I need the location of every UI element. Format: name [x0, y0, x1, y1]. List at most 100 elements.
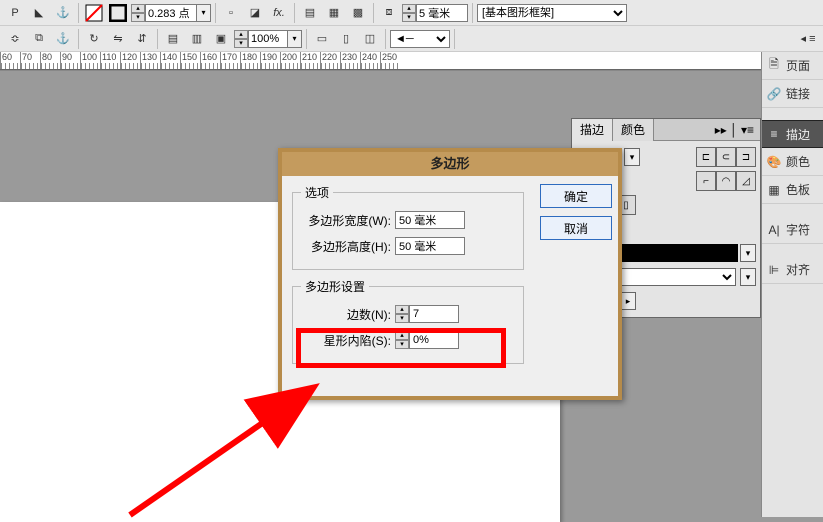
stroke-weight-input[interactable] — [145, 4, 197, 22]
join-round-button[interactable]: ◠ — [716, 171, 736, 191]
corner-icon[interactable]: ◣ — [28, 2, 50, 24]
polygon-width-input[interactable] — [395, 211, 465, 229]
fill-swatch-icon[interactable] — [83, 2, 105, 24]
panel-tab-swatches[interactable]: ▦色板 — [762, 176, 823, 204]
up-arrow-icon[interactable]: ▴ — [234, 30, 248, 39]
down-arrow-icon[interactable]: ▾ — [402, 13, 416, 22]
glyph-p-icon[interactable]: P — [4, 2, 26, 24]
stroke-weight-field[interactable]: ▴▾ ▾ — [131, 4, 211, 22]
separator — [306, 29, 307, 49]
polygon-height-input[interactable] — [395, 237, 465, 255]
join-miter-button[interactable]: ⌐ — [696, 171, 716, 191]
wrap-shape-icon[interactable]: ▩ — [347, 2, 369, 24]
arrow-select[interactable]: ◄─ — [390, 30, 450, 48]
sides-spinner[interactable]: ▴▾ — [395, 305, 459, 323]
stroke-icon: ≡ — [766, 126, 782, 142]
link-icon: 🔗 — [766, 86, 782, 102]
anchor2-icon[interactable]: ⚓ — [52, 28, 74, 50]
flip-h-icon[interactable]: ⇋ — [107, 28, 129, 50]
up-arrow-icon[interactable]: ▴ — [395, 331, 409, 340]
pin-icon[interactable]: ≎ — [4, 28, 26, 50]
inset-input[interactable] — [409, 331, 459, 349]
fit-icon[interactable]: ▣ — [210, 28, 232, 50]
up-arrow-icon[interactable]: ▴ — [395, 305, 409, 314]
size-input[interactable] — [416, 4, 468, 22]
panel-tab-character[interactable]: A|字符 — [762, 216, 823, 244]
options-group: 选项 多边形宽度(W): 多边形高度(H): — [292, 184, 524, 270]
size-field[interactable]: ▴▾ — [402, 4, 468, 22]
shadow-icon[interactable]: ◪ — [244, 2, 266, 24]
cap-round-button[interactable]: ⊂ — [716, 147, 736, 167]
down-arrow-icon[interactable]: ▾ — [234, 39, 248, 48]
separator — [373, 3, 374, 23]
zoom-input[interactable] — [248, 30, 288, 48]
zoom-field[interactable]: ▴▾ ▾ — [234, 30, 302, 48]
collapse-icon[interactable]: ◂ ≡ — [797, 28, 819, 50]
align-icon[interactable]: ▤ — [162, 28, 184, 50]
cap-proj-button[interactable]: ⊐ — [736, 147, 756, 167]
character-icon: A| — [766, 222, 782, 238]
distribute-icon[interactable]: ▥ — [186, 28, 208, 50]
separator — [215, 3, 216, 23]
up-arrow-icon[interactable]: ▴ — [131, 4, 145, 13]
swatch-icon: ▦ — [766, 182, 782, 198]
down-arrow-icon[interactable]: ▾ — [395, 340, 409, 349]
frame-icon[interactable]: ⧈ — [378, 2, 400, 24]
panel-tab-stroke[interactable]: ≡描边 — [762, 120, 823, 148]
down-arrow-icon[interactable]: ▾ — [131, 13, 145, 22]
stroke-swatch-icon[interactable] — [107, 2, 129, 24]
chain-icon[interactable]: ⧉ — [28, 28, 50, 50]
panel-label: 描边 — [786, 126, 810, 143]
inset-label: 星形内陷(S): — [301, 332, 391, 349]
width-label: 多边形宽度(W): — [301, 212, 391, 229]
join-bevel-button[interactable]: ◿ — [736, 171, 756, 191]
chevron-down-icon[interactable]: ▾ — [197, 4, 211, 22]
crop1-icon[interactable]: ▭ — [311, 28, 333, 50]
panel-label: 颜色 — [786, 153, 810, 170]
cap-butt-button[interactable]: ⊏ — [696, 147, 716, 167]
inset-spinner[interactable]: ▴▾ — [395, 331, 459, 349]
anchor-icon[interactable]: ⚓ — [52, 2, 74, 24]
polygon-settings-group: 多边形设置 边数(N): ▴▾ 星形内陷(S): ▴▾ — [292, 278, 524, 364]
down-arrow-icon[interactable]: ▾ — [395, 314, 409, 323]
ok-button[interactable]: 确定 — [540, 184, 612, 208]
frame-type-select[interactable]: [基本图形框架] — [477, 4, 627, 22]
up-arrow-icon[interactable]: ▴ — [402, 4, 416, 13]
wrap-bound-icon[interactable]: ▦ — [323, 2, 345, 24]
chevron-down-icon[interactable]: ▾ — [740, 268, 756, 286]
separator — [78, 29, 79, 49]
panel-label: 页面 — [786, 57, 810, 74]
panel-tab-links[interactable]: 🔗链接 — [762, 80, 823, 108]
wrap-none-icon[interactable]: ▤ — [299, 2, 321, 24]
panel-tab-color[interactable]: 🎨颜色 — [762, 148, 823, 176]
square-icon[interactable]: ▫ — [220, 2, 242, 24]
separator — [294, 3, 295, 23]
chevron-down-icon[interactable]: ▾ — [740, 244, 756, 262]
chevron-right-icon[interactable]: ▸ — [620, 292, 636, 310]
separator — [472, 3, 473, 23]
crop2-icon[interactable]: ▯ — [335, 28, 357, 50]
chevron-down-icon[interactable]: ▾ — [624, 148, 640, 166]
tab-color[interactable]: 颜色 — [613, 119, 654, 141]
panel-tabs: 描边 颜色 ▸▸ │ ▾≡ — [572, 119, 760, 141]
crop3-icon[interactable]: ◫ — [359, 28, 381, 50]
sides-input[interactable] — [409, 305, 459, 323]
panel-label: 色板 — [786, 181, 810, 198]
rotate-icon[interactable]: ↻ — [83, 28, 105, 50]
flip-v-icon[interactable]: ⇵ — [131, 28, 153, 50]
polygon-settings-legend: 多边形设置 — [301, 278, 369, 295]
chevron-down-icon[interactable]: ▾ — [288, 30, 302, 48]
panel-collapse-icon[interactable]: ▸▸ │ ▾≡ — [709, 119, 760, 141]
separator — [385, 29, 386, 49]
dialog-title: 多边形 — [282, 152, 618, 176]
page-icon: 🗎 — [766, 58, 782, 74]
options-legend: 选项 — [301, 184, 333, 201]
panel-tab-align[interactable]: ⊫对齐 — [762, 256, 823, 284]
palette-icon: 🎨 — [766, 154, 782, 170]
fx-icon[interactable]: fx. — [268, 2, 290, 24]
panel-tab-page[interactable]: 🗎页面 — [762, 52, 823, 80]
align-icon: ⊫ — [766, 262, 782, 278]
cancel-button[interactable]: 取消 — [540, 216, 612, 240]
tab-stroke[interactable]: 描边 — [572, 119, 613, 141]
height-label: 多边形高度(H): — [301, 238, 391, 255]
